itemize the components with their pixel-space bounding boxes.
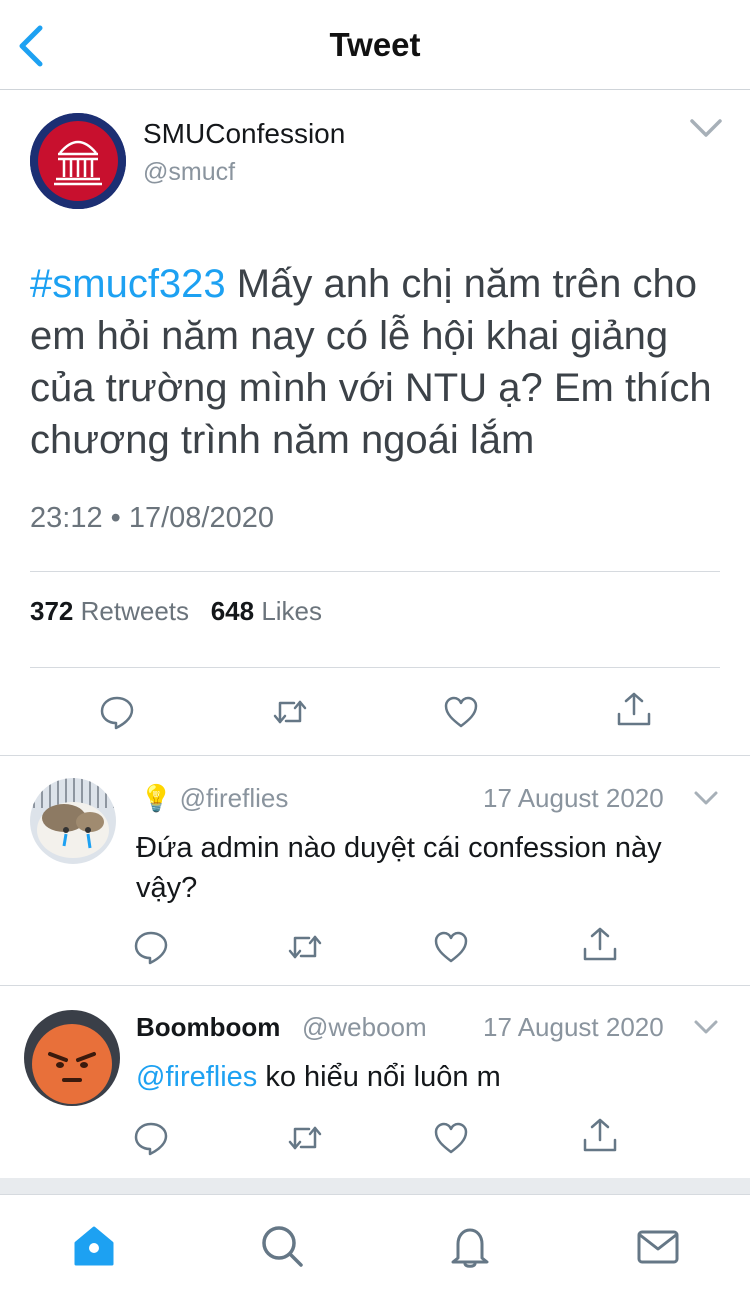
page-title: Tweet xyxy=(329,26,421,63)
retweet-icon[interactable] xyxy=(285,1118,325,1158)
reply-icon[interactable] xyxy=(131,1118,171,1158)
reply-body: ko hiểu nổi luôn m xyxy=(257,1061,501,1093)
likes-stat[interactable]: 648 Likes xyxy=(211,596,322,626)
search-icon[interactable] xyxy=(258,1222,306,1270)
retweet-icon[interactable] xyxy=(270,692,310,732)
avatar[interactable] xyxy=(30,778,116,864)
share-icon[interactable] xyxy=(580,925,620,965)
reply-author-handle[interactable]: @fireflies xyxy=(180,783,289,813)
divider xyxy=(30,667,720,668)
hashtag-link[interactable]: #smucf323 xyxy=(30,262,226,306)
messages-icon[interactable] xyxy=(634,1222,682,1270)
reply-date: 17 August 2020 xyxy=(483,783,664,813)
tweet-text: #smucf323 Mấy anh chị năm trên cho em hỏ… xyxy=(30,258,730,466)
chevron-down-icon[interactable] xyxy=(692,1018,720,1038)
reply-text: @fireflies ko hiểu nổi luôn m xyxy=(136,1057,726,1097)
like-heart-icon[interactable] xyxy=(431,927,471,967)
reply-date: 17 August 2020 xyxy=(483,1012,664,1042)
like-heart-icon[interactable] xyxy=(431,1118,471,1158)
divider xyxy=(0,755,750,756)
home-icon[interactable] xyxy=(70,1222,118,1270)
reply-text: Đứa admin nào duyệt cái confession này v… xyxy=(136,828,726,908)
retweets-count: 372 xyxy=(30,596,74,626)
avatar[interactable] xyxy=(24,1010,120,1106)
chevron-down-icon[interactable] xyxy=(692,789,720,809)
tweet-timestamp: 23:12 • 17/08/2020 xyxy=(30,502,274,534)
retweet-stat[interactable]: 372 Retweets xyxy=(30,596,189,626)
reply-body: Đứa admin nào duyệt cái confession này v… xyxy=(136,832,662,904)
divider xyxy=(30,571,720,572)
reply-author-line: 💡 @fireflies xyxy=(140,783,288,814)
like-heart-icon[interactable] xyxy=(441,692,481,732)
reply-icon[interactable] xyxy=(97,692,137,732)
tweet-stats: 372 Retweets 648 Likes xyxy=(30,596,322,627)
likes-count: 648 xyxy=(210,596,255,626)
reply-icon[interactable] xyxy=(131,927,171,967)
retweets-label: Retweets xyxy=(80,596,190,626)
chevron-down-icon[interactable] xyxy=(688,116,724,140)
reply-author-name[interactable]: Boomboom xyxy=(136,1012,280,1043)
likes-label: Likes xyxy=(261,596,323,626)
notifications-icon[interactable] xyxy=(446,1222,494,1270)
share-icon[interactable] xyxy=(614,690,654,730)
section-gap xyxy=(0,1178,750,1194)
author-handle[interactable]: @smucf xyxy=(143,158,235,187)
reply-author-handle[interactable]: @weboom xyxy=(302,1012,427,1043)
author-name[interactable]: SMUConfession xyxy=(143,118,345,150)
divider xyxy=(0,985,750,986)
avatar[interactable] xyxy=(30,113,126,209)
retweet-icon[interactable] xyxy=(285,927,325,967)
share-icon[interactable] xyxy=(580,1116,620,1156)
mention-link[interactable]: @fireflies xyxy=(136,1061,257,1093)
lightbulb-icon: 💡 xyxy=(140,783,173,813)
